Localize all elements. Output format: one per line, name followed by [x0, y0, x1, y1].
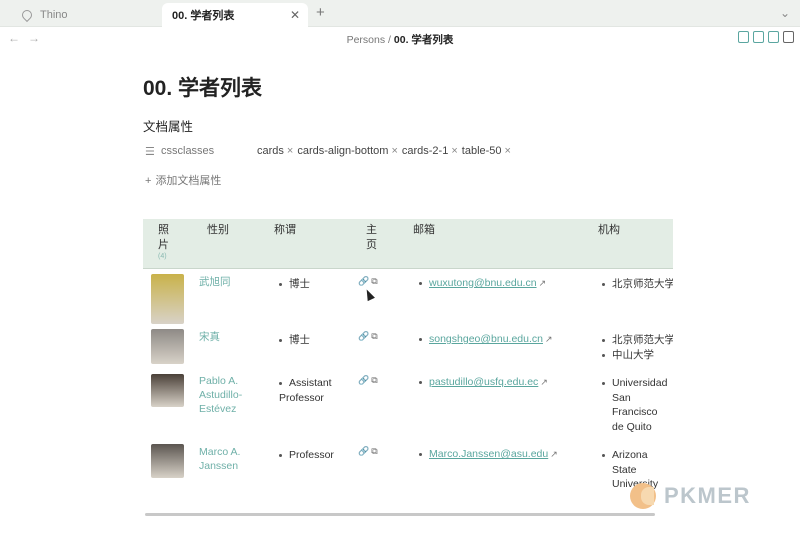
- column-header-org[interactable]: 机构: [598, 223, 620, 238]
- property-pill[interactable]: cards-2-1 ×: [402, 145, 458, 157]
- org-item: 北京师范大学: [602, 333, 673, 348]
- column-header-homepage[interactable]: 主 页: [366, 223, 377, 253]
- column-header-photo[interactable]: 照 片 (4): [158, 223, 169, 261]
- column-header-email[interactable]: 邮箱: [413, 223, 435, 238]
- page-title: 00. 学者列表: [143, 77, 263, 100]
- plus-icon: +: [145, 175, 152, 187]
- table-row: 宋真 博士 🔗⧉ songshgeo@bnu.edu.cn ↗ 北京师范大学 中山…: [143, 329, 673, 371]
- property-pill[interactable]: cards ×: [257, 145, 293, 157]
- view-tools: [738, 31, 794, 43]
- column-header-gender[interactable]: 性别: [207, 223, 229, 238]
- title-cell: 博士: [279, 333, 310, 348]
- email-link[interactable]: wuxutong@bnu.edu.cn ↗: [419, 277, 546, 289]
- property-pill[interactable]: cards-align-bottom ×: [297, 145, 398, 157]
- external-link-icon[interactable]: ⧉: [371, 331, 379, 341]
- avatar: [151, 444, 184, 478]
- homepage-links[interactable]: 🔗⧉: [358, 331, 380, 342]
- tab-thino[interactable]: Thino: [8, 3, 158, 27]
- link-icon[interactable]: 🔗: [358, 331, 371, 341]
- breadcrumb: Persons / 00. 学者列表: [0, 32, 800, 47]
- scholar-name-link[interactable]: 宋真: [199, 330, 249, 344]
- tab-scholar-list[interactable]: 00. 学者列表 ✕: [162, 3, 308, 27]
- homepage-links[interactable]: 🔗⧉: [358, 446, 380, 457]
- title-cell: 博士: [279, 277, 310, 292]
- org-item: Universidad San Francisco de Quito: [602, 376, 672, 434]
- table-header: 照 片 (4) 性别 称谓 主 页 邮箱 机构: [143, 219, 673, 269]
- remove-icon[interactable]: ×: [287, 145, 293, 157]
- homepage-links[interactable]: 🔗⧉: [358, 375, 380, 386]
- document-icon[interactable]: [768, 31, 779, 43]
- book-icon[interactable]: [783, 31, 794, 43]
- remove-icon[interactable]: ×: [391, 145, 397, 157]
- avatar: [151, 329, 184, 364]
- tab-label: Thino: [40, 9, 68, 21]
- table-row: Pablo A. Astudillo-Estévez Assistant Pro…: [143, 373, 673, 441]
- homepage-links[interactable]: 🔗⧉: [358, 276, 380, 287]
- close-icon[interactable]: ✕: [290, 8, 300, 22]
- nav-bar: ← → Persons / 00. 学者列表: [0, 27, 800, 51]
- remove-icon[interactable]: ×: [451, 145, 457, 157]
- breadcrumb-parent[interactable]: Persons: [347, 34, 386, 46]
- horizontal-scrollbar[interactable]: [145, 513, 655, 516]
- property-name[interactable]: cssclasses: [161, 145, 261, 157]
- avatar: [151, 374, 184, 407]
- external-link-icon[interactable]: ↗: [545, 334, 553, 345]
- external-link-icon[interactable]: ⧉: [371, 375, 379, 385]
- org-list: Universidad San Francisco de Quito: [602, 376, 672, 434]
- external-link-icon[interactable]: ↗: [539, 278, 547, 289]
- pin-icon: [19, 7, 35, 23]
- external-link-icon[interactable]: ↗: [540, 377, 548, 388]
- title-cell: Professor: [279, 448, 334, 463]
- org-item: 中山大学: [602, 348, 673, 363]
- new-tab-icon[interactable]: +: [316, 4, 325, 21]
- chevron-down-icon[interactable]: ⌄: [780, 6, 790, 20]
- email-link[interactable]: pastudillo@usfq.edu.ec ↗: [419, 376, 548, 388]
- add-property-button[interactable]: + 添加文档属性: [145, 172, 221, 188]
- link-icon[interactable]: 🔗: [358, 446, 371, 456]
- scholar-name-link[interactable]: 武旭同: [199, 275, 249, 289]
- photo-count: (4): [158, 253, 167, 260]
- pkmer-watermark: PKMER: [630, 481, 751, 511]
- watermark-text: PKMER: [664, 483, 751, 508]
- breadcrumb-current[interactable]: 00. 学者列表: [394, 34, 454, 46]
- external-link-icon[interactable]: ↗: [550, 449, 558, 460]
- calendar-icon[interactable]: [753, 31, 764, 43]
- tab-label: 00. 学者列表: [172, 10, 235, 22]
- breadcrumb-separator: /: [388, 34, 391, 46]
- property-values[interactable]: cards × cards-align-bottom × cards-2-1 × ta…: [257, 145, 511, 157]
- org-item: 北京师范大学: [602, 277, 673, 292]
- tab-bar: Thino 00. 学者列表 ✕ + ⌄: [0, 0, 800, 27]
- table-row: 武旭同 博士 🔗⧉ wuxutong@bnu.edu.cn ↗ 北京师范大学: [143, 274, 673, 330]
- list-icon: ☰: [145, 146, 155, 158]
- scholar-table: 照 片 (4) 性别 称谓 主 页 邮箱 机构 武旭同 博士 🔗⧉ wuxuton…: [143, 219, 673, 509]
- property-pill[interactable]: table-50 ×: [462, 145, 511, 157]
- link-icon[interactable]: 🔗: [358, 276, 371, 286]
- email-link[interactable]: Marco.Janssen@asu.edu ↗: [419, 448, 558, 460]
- external-link-icon[interactable]: ⧉: [371, 446, 379, 456]
- column-header-title[interactable]: 称谓: [274, 223, 296, 238]
- org-list: 北京师范大学 中山大学: [602, 333, 673, 362]
- title-cell: Assistant Professor: [279, 377, 332, 404]
- remove-icon[interactable]: ×: [505, 145, 511, 157]
- avatar: [151, 274, 184, 324]
- home-icon[interactable]: [738, 31, 749, 43]
- external-link-icon[interactable]: ⧉: [371, 276, 379, 286]
- properties-heading[interactable]: 文档属性: [143, 116, 193, 135]
- table-row: Marco A. Janssen Professor 🔗⧉ Marco.Jans…: [143, 444, 673, 504]
- org-list: 北京师范大学: [602, 277, 673, 292]
- scholar-name-link[interactable]: Marco A. Janssen: [199, 445, 259, 473]
- scholar-name-link[interactable]: Pablo A. Astudillo-Estévez: [199, 374, 259, 416]
- pkmer-logo-icon: [630, 483, 656, 509]
- link-icon[interactable]: 🔗: [358, 375, 371, 385]
- email-link[interactable]: songshgeo@bnu.edu.cn ↗: [419, 333, 553, 345]
